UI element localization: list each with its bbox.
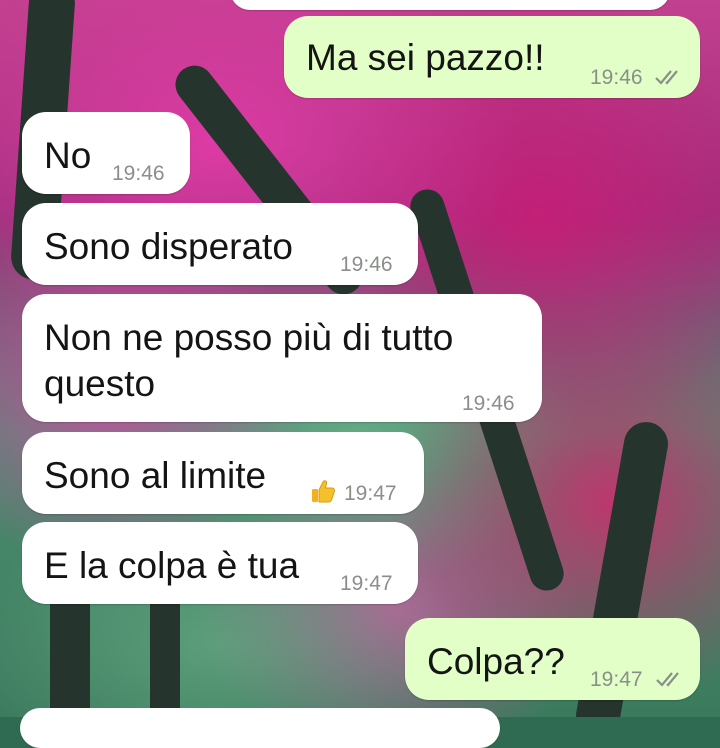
message-text: Sono disperato: [44, 226, 293, 267]
message-time: 19:47: [590, 668, 643, 691]
message-bubble-incoming[interactable]: Sono al limite 19:47: [22, 432, 424, 514]
message-bubble-partial[interactable]: [20, 708, 500, 748]
message-text-line2: questo: [44, 363, 156, 404]
message-bubble-incoming[interactable]: No 19:46: [22, 112, 190, 194]
double-check-icon: [655, 670, 685, 688]
message-text: No: [44, 135, 92, 176]
message-time: 19:47: [340, 572, 393, 595]
message-bubble-outgoing[interactable]: Colpa?? 19:47: [405, 618, 700, 700]
message-text: Ma sei pazzo!!: [306, 37, 545, 78]
message-text: Colpa??: [427, 641, 565, 682]
message-time: 19:47: [344, 482, 397, 505]
message-bubble-incoming[interactable]: Non ne posso più di tutto questo 19:46: [22, 294, 542, 422]
message-bubble-incoming[interactable]: E la colpa è tua 19:47: [22, 522, 418, 604]
message-time: 19:46: [462, 392, 515, 415]
message-bubble-incoming[interactable]: Sono disperato 19:46: [22, 203, 418, 285]
message-bubble-outgoing[interactable]: Ma sei pazzo!! 19:46: [284, 16, 700, 98]
message-time: 19:46: [112, 162, 165, 185]
message-bubble-partial[interactable]: [230, 0, 670, 10]
message-text-line1: Non ne posso più di tutto: [44, 317, 454, 358]
thumbs-up-icon: [310, 478, 336, 504]
message-time: 19:46: [590, 66, 643, 89]
message-text: E la colpa è tua: [44, 545, 300, 586]
message-text: Sono al limite: [44, 455, 267, 496]
message-time: 19:46: [340, 253, 393, 276]
double-check-icon: [654, 68, 684, 86]
